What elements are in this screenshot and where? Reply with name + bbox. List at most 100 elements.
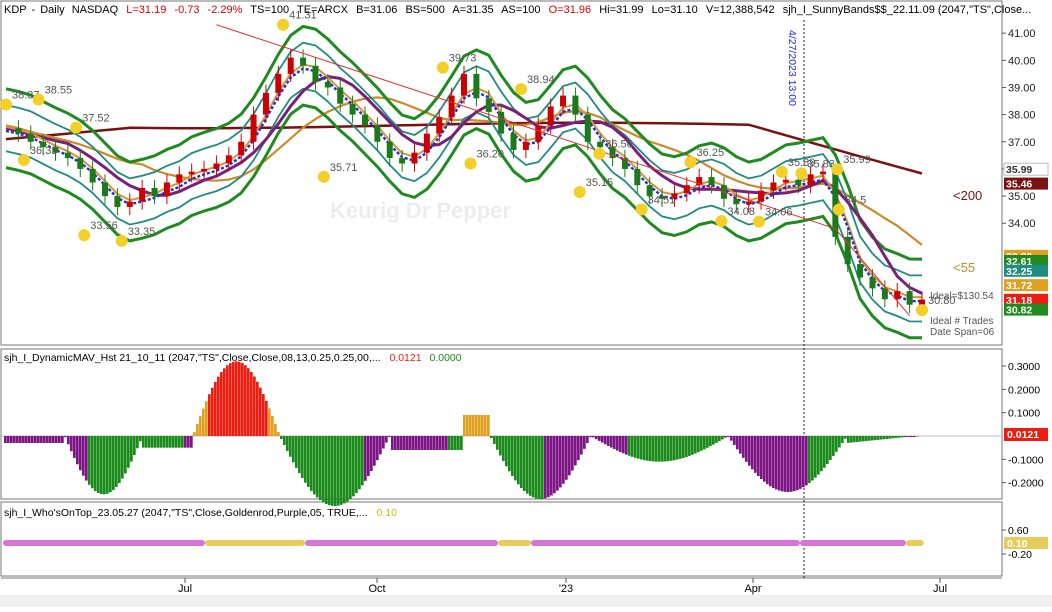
candle-body: [683, 185, 690, 194]
candle-body: [572, 95, 579, 115]
candle-body: [733, 198, 740, 205]
header-bid-size: BS=500: [405, 4, 444, 16]
histogram-bar: [811, 436, 814, 481]
header-interval: Daily: [40, 4, 65, 16]
header-last: L=31.19: [126, 4, 166, 16]
histogram-bar: [412, 436, 415, 450]
header-ask-size: AS=100: [501, 4, 540, 16]
histogram-bar: [664, 436, 667, 462]
ribbon-segment: [531, 540, 800, 546]
histogram-bar: [124, 436, 127, 474]
histogram-bar: [574, 436, 577, 466]
axis-badge-value: 35.46: [1006, 179, 1032, 191]
histogram-bar: [703, 436, 706, 450]
histogram-bar: [46, 436, 49, 443]
histogram-bar: [322, 436, 325, 503]
candle-body: [386, 141, 393, 159]
swing-point: [78, 229, 91, 242]
histogram-bar: [796, 436, 799, 491]
histogram-bar: [511, 436, 514, 477]
histogram-bar: [757, 436, 760, 477]
histogram-bar: [763, 436, 766, 482]
histogram-bar: [226, 365, 229, 436]
histogram-bar: [217, 376, 220, 436]
histogram-bar: [118, 436, 121, 484]
swing-label: 36.56: [605, 139, 633, 151]
histogram-bar: [481, 415, 484, 436]
histogram-bar: [307, 436, 310, 487]
candle-body: [201, 168, 208, 172]
histogram-bar: [127, 436, 130, 468]
swing-point: [684, 156, 697, 169]
histogram-bar: [571, 436, 574, 471]
histogram-bar: [904, 436, 907, 438]
histogram-bar: [94, 436, 97, 492]
ribbon-segment: [205, 540, 305, 546]
histogram-bar: [205, 401, 208, 436]
candle-body: [77, 158, 84, 169]
histogram-bar: [532, 436, 535, 498]
histogram-bar: [865, 436, 868, 442]
candle-body: [795, 179, 802, 186]
candle-body: [485, 98, 492, 112]
candle-body: [176, 174, 183, 183]
histogram-bar: [181, 436, 184, 448]
swing-label: 39.73: [449, 53, 477, 65]
histogram-bar: [790, 436, 793, 492]
histogram-bar: [661, 436, 664, 462]
swing-point: [795, 167, 808, 180]
hist-y-tick-label: -0.1000: [1008, 454, 1044, 466]
histogram-bar: [130, 436, 133, 462]
hist-y-tick-label: 0.3000: [1008, 361, 1040, 373]
histogram-bar: [508, 436, 511, 472]
histogram-bar: [565, 436, 568, 480]
swing-point: [317, 170, 330, 183]
candle-body: [15, 128, 22, 134]
candle-body: [188, 171, 195, 175]
header-change-pct: -2.29%: [208, 4, 243, 16]
histogram-bar: [784, 436, 787, 492]
histogram-bar: [445, 436, 448, 450]
histogram-bar: [241, 363, 244, 436]
candle-body: [770, 182, 777, 191]
histogram-bar: [91, 436, 94, 489]
histogram-bar: [232, 361, 235, 436]
histogram-bar: [766, 436, 769, 485]
candle-body: [498, 111, 505, 134]
histogram-bar: [556, 436, 559, 491]
histogram-bar: [787, 436, 790, 492]
histogram-bar: [868, 436, 871, 441]
histogram-bar: [28, 436, 31, 443]
candle-body: [139, 187, 146, 202]
histogram-bar: [433, 436, 436, 450]
header-symbol: KDP: [4, 4, 26, 16]
histogram-bar: [310, 436, 313, 491]
histogram-bar: [802, 436, 805, 488]
histogram-bar: [631, 436, 634, 457]
histogram-bar: [673, 436, 676, 461]
histogram-bar: [352, 436, 355, 497]
histogram-bar: [19, 436, 22, 443]
histogram-bar: [454, 436, 457, 450]
swing-point: [515, 83, 528, 96]
header-volume: V=12,388,542: [706, 4, 775, 16]
swing-point: [32, 93, 45, 106]
histogram-bar: [487, 415, 490, 436]
histogram-bar: [391, 436, 394, 450]
histogram-bar: [484, 415, 487, 436]
histogram-bar: [457, 436, 460, 450]
histogram-bar: [637, 436, 640, 459]
histogram-bar: [382, 436, 385, 449]
histogram-bar: [397, 436, 400, 450]
histogram-bar: [88, 436, 91, 485]
y-tick-label: 35.00: [1008, 191, 1036, 203]
header-ts: TS=100: [250, 4, 289, 16]
swing-point: [715, 215, 728, 228]
header-bid: B=31.06: [356, 4, 397, 16]
swing-label: 35.71: [330, 162, 358, 174]
chart-canvas[interactable]: Keurig Dr Pepper KDP - Daily NASDAQ L=31…: [0, 0, 1052, 607]
histogram-bar: [871, 436, 874, 441]
histogram-bar: [34, 436, 37, 443]
histogram-bar: [160, 436, 163, 448]
histogram-bar: [139, 436, 142, 442]
